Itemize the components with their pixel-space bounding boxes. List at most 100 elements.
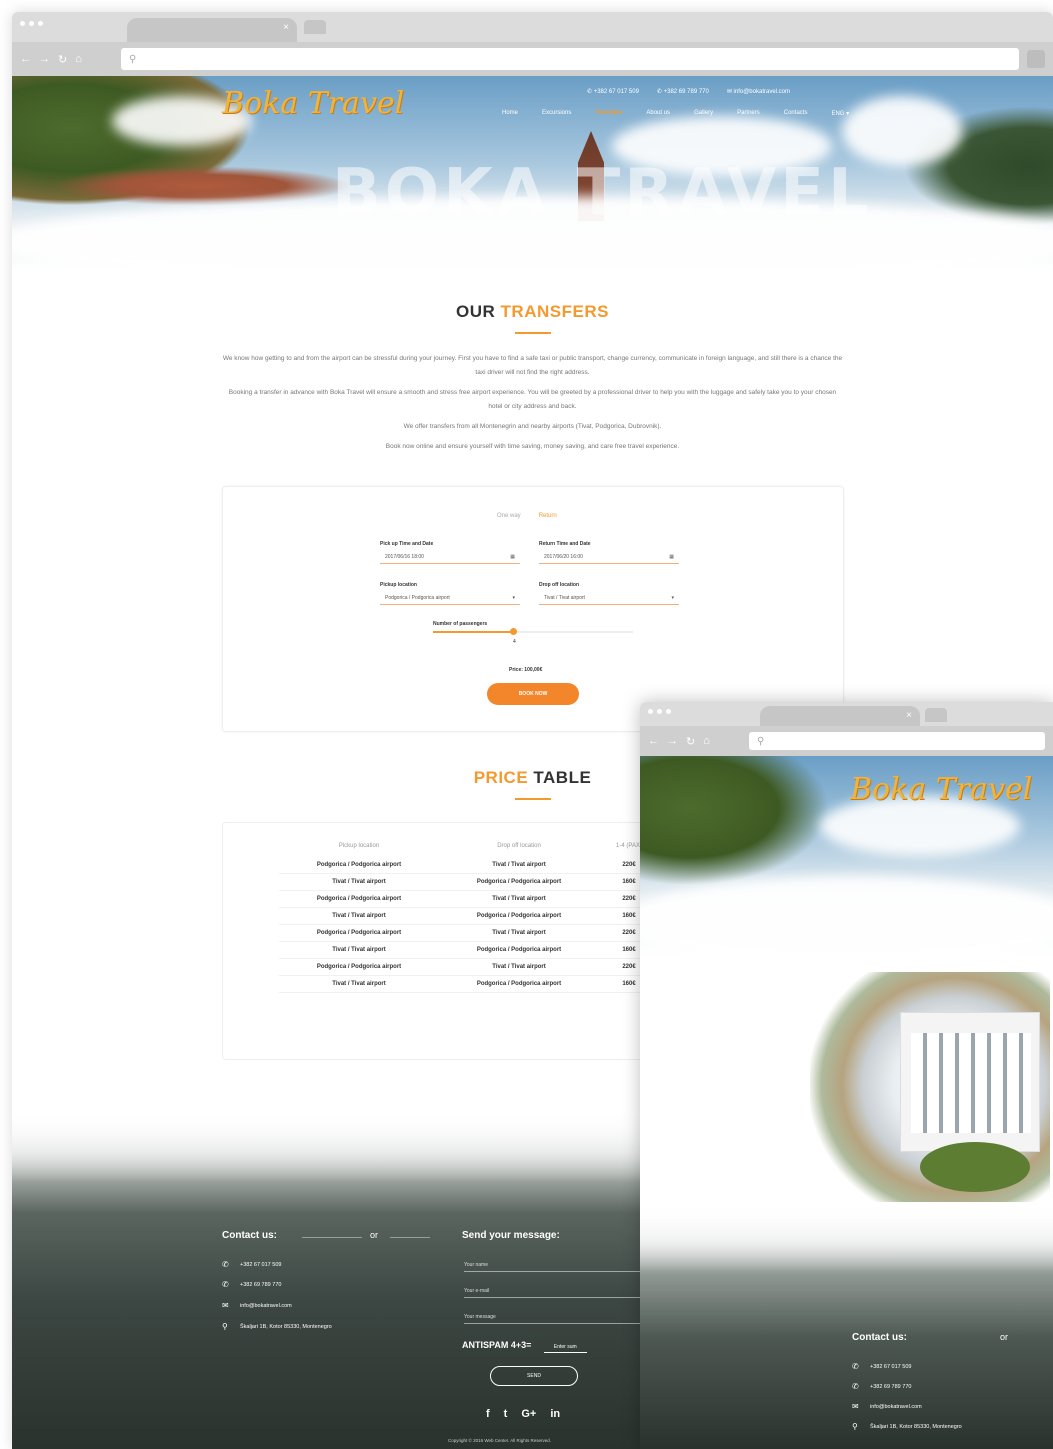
footer-phone-2[interactable]: ✆ +382 69 789 770 bbox=[222, 1280, 281, 1289]
location-icon: ⚲ bbox=[852, 1422, 858, 1431]
table-cell: Tivat / Tivat airport bbox=[439, 958, 599, 976]
table-cell: Podgorica / Podgorica airport bbox=[439, 941, 599, 959]
footer-fog bbox=[640, 1202, 1053, 1272]
reload-icon[interactable]: ↻ bbox=[58, 53, 67, 66]
new-tab-button[interactable] bbox=[304, 20, 326, 34]
table-row: Tivat / Tivat airport Podgorica / Podgori… bbox=[279, 907, 659, 925]
facebook-icon[interactable]: f bbox=[486, 1408, 490, 1420]
phone-icon: ✆ bbox=[852, 1382, 859, 1391]
field-label: Return Time and Date bbox=[539, 541, 591, 547]
or-label: or bbox=[370, 1230, 379, 1240]
table-row: Tivat / Tivat airport Podgorica / Podgori… bbox=[279, 873, 659, 891]
social-links: f t G+ in bbox=[486, 1408, 560, 1420]
footer-phone-1[interactable]: ✆ +382 67 017 509 bbox=[222, 1260, 281, 1269]
one-way-option[interactable]: One way bbox=[497, 513, 521, 519]
antispam-input[interactable]: Enter sum bbox=[543, 1344, 587, 1353]
hero-fog bbox=[12, 196, 1053, 271]
slider-track[interactable] bbox=[433, 628, 633, 635]
footer-email[interactable]: ✉ info@bokatravel.com bbox=[222, 1301, 292, 1310]
nav-partners[interactable]: Partners bbox=[737, 110, 760, 117]
home-icon[interactable]: ⌂ bbox=[703, 735, 710, 748]
url-input[interactable]: ⚲ bbox=[121, 48, 1019, 70]
table-header-row: Pickup location Drop off location 1-4 (P… bbox=[279, 843, 659, 857]
back-icon[interactable]: ← bbox=[20, 53, 31, 66]
hero-header: Boka Travel bbox=[640, 756, 1053, 956]
or-label: or bbox=[1000, 1332, 1009, 1342]
mail-icon: ✉ bbox=[222, 1301, 229, 1310]
slider-handle[interactable] bbox=[510, 628, 517, 635]
mail-icon: ✉ bbox=[852, 1402, 859, 1411]
field-label: Drop off location bbox=[539, 582, 579, 588]
browser-menu-button[interactable] bbox=[1027, 50, 1045, 68]
window-controls[interactable] bbox=[20, 21, 43, 26]
name-input[interactable]: Your name bbox=[464, 1262, 644, 1272]
close-icon[interactable]: × bbox=[283, 22, 289, 33]
site-logo[interactable]: Boka Travel bbox=[850, 772, 1032, 807]
column-header: Pickup location bbox=[338, 843, 380, 849]
footer-address: ⚲ Škaljari 1B, Kotor 85330, Montenegro bbox=[852, 1422, 962, 1431]
instagram-icon[interactable]: in bbox=[550, 1408, 560, 1420]
return-time-field[interactable]: Return Time and Date 2017/06/20 16:00 ▦ bbox=[539, 541, 679, 564]
table-row: Tivat / Tivat airport Podgorica / Podgori… bbox=[279, 941, 659, 959]
footer-phone-1[interactable]: ✆ +382 67 017 509 bbox=[852, 1362, 911, 1371]
calendar-icon[interactable]: ▦ bbox=[510, 554, 515, 560]
table-cell: Tivat / Tivat airport bbox=[279, 873, 439, 891]
dropoff-location-select[interactable]: Drop off location Tivat / Tivat airport ▾ bbox=[539, 582, 679, 605]
pickup-time-field[interactable]: Pick up Time and Date 2017/06/16 18:00 ▦ bbox=[380, 541, 520, 564]
browser-tab[interactable]: × bbox=[760, 706, 920, 726]
nav-buttons: ← → ↻ ⌂ bbox=[648, 735, 743, 748]
table-cell: Tivat / Tivat airport bbox=[279, 907, 439, 925]
booking-form: One way Return Pick up Time and Date 201… bbox=[222, 486, 844, 732]
return-option[interactable]: Return bbox=[539, 513, 557, 519]
pickup-location-select[interactable]: Pickup location Podgorica / Podgorica ai… bbox=[380, 582, 520, 605]
header-email[interactable]: ✉ info@bokatravel.com bbox=[727, 88, 790, 95]
table-cell: Podgorica / Podgorica airport bbox=[279, 958, 439, 976]
footer-phone-2[interactable]: ✆ +382 69 789 770 bbox=[852, 1382, 911, 1391]
nav-about[interactable]: About us bbox=[646, 110, 670, 117]
url-input[interactable]: ⚲ bbox=[749, 732, 1045, 750]
footer-email[interactable]: ✉ info@bokatravel.com bbox=[852, 1402, 922, 1411]
close-icon[interactable]: × bbox=[906, 710, 912, 721]
language-select[interactable]: ENG ▾ bbox=[831, 110, 849, 117]
hero-header: BOKA TRAVEL Boka Travel ✆ +382 67 017 50… bbox=[12, 76, 1053, 271]
nav-excursions[interactable]: Excursions bbox=[542, 110, 571, 117]
table-cell: Tivat / Tivat airport bbox=[439, 924, 599, 942]
nav-transfers[interactable]: Transfers bbox=[595, 110, 622, 117]
copyright: Copyright © 2016 Web Center. All Rights … bbox=[448, 1438, 552, 1443]
table-cell: Podgorica / Podgorica airport bbox=[439, 975, 599, 993]
forward-icon[interactable]: → bbox=[667, 735, 678, 748]
hero-fog bbox=[640, 876, 1053, 956]
location-icon: ⚲ bbox=[222, 1322, 228, 1331]
intro-paragraph: We offer transfers from all Montenegrin … bbox=[403, 423, 662, 430]
message-input[interactable]: Your message bbox=[464, 1314, 644, 1324]
header-phone-1[interactable]: ✆ +382 67 017 509 bbox=[587, 88, 639, 95]
new-tab-button[interactable] bbox=[925, 708, 947, 722]
price-table: Pickup location Drop off location 1-4 (P… bbox=[279, 843, 659, 993]
header-phone-2[interactable]: ✆ +382 69 789 770 bbox=[657, 88, 709, 95]
site-logo[interactable]: Boka Travel bbox=[222, 86, 404, 121]
forward-icon[interactable]: → bbox=[39, 53, 50, 66]
field-value: Podgorica / Podgorica airport bbox=[385, 595, 450, 601]
home-icon[interactable]: ⌂ bbox=[75, 53, 82, 66]
phone-icon: ✆ bbox=[222, 1260, 229, 1269]
hero-hill bbox=[640, 756, 830, 886]
email-input[interactable]: Your e-mail bbox=[464, 1288, 644, 1298]
nav-gallery[interactable]: Gallery bbox=[694, 110, 713, 117]
window-controls[interactable] bbox=[648, 709, 671, 714]
column-header: Drop off location bbox=[497, 843, 541, 849]
send-button[interactable]: SEND bbox=[490, 1366, 578, 1386]
calendar-icon[interactable]: ▦ bbox=[669, 554, 674, 560]
twitter-icon[interactable]: t bbox=[504, 1408, 508, 1420]
back-icon[interactable]: ← bbox=[648, 735, 659, 748]
passengers-slider[interactable]: Number of passengers 4 bbox=[433, 621, 633, 645]
message-title: Send your message: bbox=[462, 1230, 560, 1241]
contact-title: Contact us: bbox=[852, 1332, 907, 1343]
nav-home[interactable]: Home bbox=[502, 110, 518, 117]
book-now-button[interactable]: BOOK NOW bbox=[487, 683, 579, 705]
browser-tab[interactable]: × bbox=[127, 18, 297, 42]
slider-value: 4 bbox=[513, 639, 516, 645]
google-plus-icon[interactable]: G+ bbox=[521, 1408, 536, 1420]
reload-icon[interactable]: ↻ bbox=[686, 735, 695, 748]
table-cell: Podgorica / Podgorica airport bbox=[439, 873, 599, 891]
nav-contacts[interactable]: Contacts bbox=[784, 110, 808, 117]
